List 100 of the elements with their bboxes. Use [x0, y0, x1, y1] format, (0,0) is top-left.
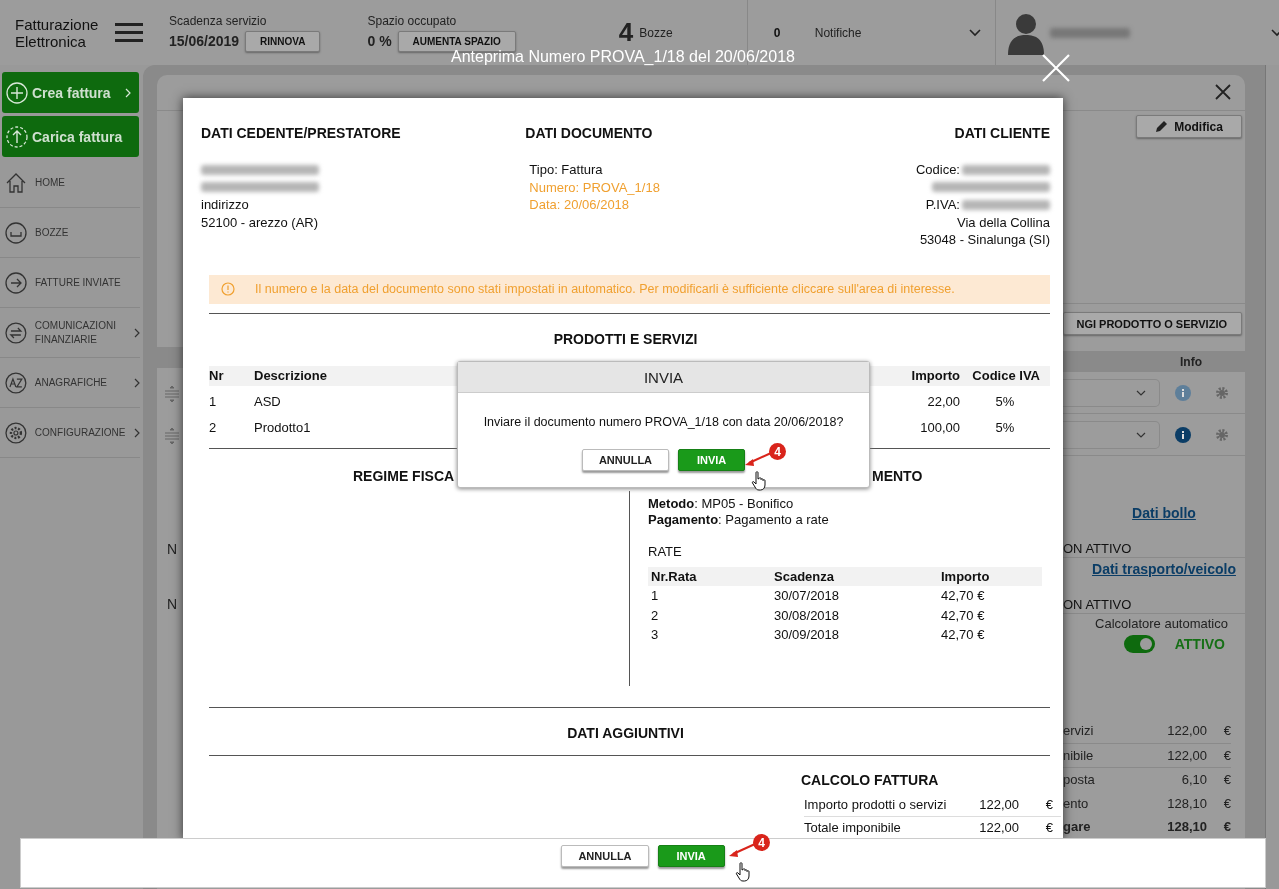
- drafts-count: 4: [618, 17, 634, 48]
- cancel-button[interactable]: ANNULLA: [581, 449, 670, 471]
- column-header: Nr.Rata: [651, 568, 698, 584]
- table-cell-text: 42,70 €: [941, 588, 986, 604]
- notifications-label: Notifiche: [814, 25, 862, 40]
- chevron-down-icon: [1136, 431, 1146, 438]
- menu-label: BOZZE: [35, 225, 70, 240]
- column-header: Importo: [910, 368, 960, 383]
- service-date: 15/06/2019: [169, 33, 240, 49]
- table-cell-text: 5%: [994, 394, 1016, 409]
- table-cell-text: 42,70 €: [941, 607, 986, 623]
- hand-cursor-icon: [735, 862, 751, 882]
- sidebar-item[interactable]: BOZZE: [0, 208, 140, 258]
- create-invoice-button[interactable]: Crea fattura: [2, 72, 139, 113]
- table-cell-text: 5%: [994, 420, 1016, 435]
- table-cell-text: 30/09/2018: [774, 627, 841, 643]
- button-label: Carica fattura: [32, 128, 123, 145]
- send-button[interactable]: INVIA: [678, 449, 746, 471]
- storage-label: Spazio occupato: [367, 13, 458, 28]
- sidebar-item[interactable]: HOME: [0, 158, 140, 208]
- upload-invoice-button[interactable]: Carica fattura: [2, 116, 139, 157]
- app-logo: Fatturazione Elettronica: [15, 15, 100, 50]
- menu-label: CONFIGURAZIONE: [34, 425, 127, 440]
- notice-text: Il numero e la data del documento sono stati impostati in automatico. Per modificarli è sufficiente cliccare sull'area di interesse.: [255, 282, 955, 296]
- payment-detail: Metodo: MP05 - Bonifico: [648, 495, 795, 512]
- chevron-down-icon: [1136, 389, 1146, 396]
- total-value: 128,10: [1166, 795, 1207, 811]
- link[interactable]: Dati bollo: [1132, 505, 1196, 521]
- cancel-button[interactable]: ANNULLA: [561, 845, 649, 867]
- send-button[interactable]: INVIA: [657, 845, 725, 867]
- alert-icon: [221, 282, 235, 296]
- renew-button[interactable]: RINNOVA: [245, 30, 321, 52]
- table-cell: ASD: [254, 394, 281, 409]
- table-cell-text: 100,00: [919, 420, 960, 435]
- total-value: 122,00: [1166, 747, 1207, 763]
- close-icon: [1041, 53, 1071, 83]
- table-cell-text: 1: [209, 394, 218, 409]
- payment-detail: Pagamento: Pagamento a rate: [648, 511, 830, 528]
- plus-icon: [6, 81, 28, 104]
- toggle-switch[interactable]: [1123, 635, 1155, 653]
- menu-icon: [115, 21, 143, 44]
- status-text: ON ATTIVO: [1063, 597, 1133, 613]
- menu-label: ANAGRAFICHE: [34, 375, 109, 390]
- menu-label: FATTURE INVIATE: [35, 275, 122, 290]
- sidebar-item[interactable]: CONFIGURAZIONE: [0, 408, 140, 458]
- table-cell-text: 22,00: [926, 394, 960, 409]
- sidebar-item[interactable]: FATTURE INVIATE: [0, 258, 140, 308]
- table-cell-text: 30/07/2018: [774, 588, 841, 604]
- document-field: Data: 20/06/2018: [529, 196, 630, 214]
- edit-button[interactable]: Modifica: [1136, 115, 1242, 138]
- document-field: Tipo: Fattura: [529, 161, 603, 179]
- address-line: indirizzo: [201, 196, 250, 214]
- total-value: 6,10: [1180, 772, 1207, 788]
- gear-icon: [1215, 427, 1229, 442]
- column-header: Importo: [941, 568, 991, 584]
- total-label: ervizi: [1063, 723, 1095, 739]
- gear-icon: [5, 421, 27, 444]
- table-cell-text: 1: [651, 588, 660, 604]
- section-heading: PRODOTTI E SERVIZI: [552, 330, 699, 347]
- section-heading: DATI CEDENTE/PRESTATORE: [201, 125, 402, 141]
- exchange-icon: [5, 321, 27, 344]
- step-badge: 4: [753, 834, 770, 851]
- dialog-message: Inviare il documento numero PROVA_1/18 con data 20/06/2018?: [482, 415, 845, 429]
- currency-symbol: €: [1222, 723, 1231, 739]
- button-label: Crea fattura: [32, 84, 111, 101]
- currency-symbol: €: [1222, 819, 1231, 835]
- address-line: Via della Collina: [957, 213, 1050, 231]
- column-header: Nr: [209, 368, 225, 383]
- add-product-button[interactable]: NGI PRODOTTO O SERVIZIO: [1063, 312, 1242, 335]
- column-header: Scadenza: [774, 568, 835, 584]
- drafts-label: Bozze: [639, 25, 673, 40]
- currency-symbol: €: [1222, 795, 1231, 811]
- section-heading: DATI CLIENTE: [954, 125, 1050, 141]
- service-label: Scadenza servizio: [169, 13, 268, 28]
- upload-icon: [6, 125, 28, 148]
- notifications-count: 0: [773, 25, 782, 40]
- drag-handle-icon: [165, 386, 179, 402]
- field-label: P.IVA:: [925, 196, 960, 214]
- address-line: 52100 - arezzo (AR): [201, 213, 320, 231]
- table-cell-text: 42,70 €: [941, 627, 986, 643]
- close-icon: [1215, 84, 1231, 100]
- total-value: 122,00: [1166, 723, 1207, 739]
- chevron-down-icon: [1271, 28, 1279, 37]
- menu-label: HOME: [35, 175, 66, 190]
- storage-value: 0 %: [367, 33, 392, 49]
- column-header: Descrizione: [254, 368, 327, 383]
- step-badge: 4: [769, 443, 786, 460]
- table-cell: Prodotto1: [254, 420, 311, 435]
- calculator-label: Calcolatore automatico: [1095, 616, 1228, 631]
- field-label: Codice:: [915, 161, 960, 179]
- link[interactable]: Dati trasporto/veicolo: [1092, 561, 1236, 577]
- table-cell-text: 2: [651, 607, 660, 623]
- section-heading: REGIME FISCA: [352, 467, 456, 484]
- currency-symbol: €: [1222, 747, 1231, 763]
- total-value: 122,00: [978, 820, 1019, 835]
- currency-symbol: €: [1044, 820, 1054, 835]
- home-icon: [5, 171, 27, 194]
- sidebar-item[interactable]: ANAGRAFICHE: [0, 358, 140, 408]
- sidebar-item[interactable]: COMUNICAZIONI FINANZIARIE: [0, 308, 140, 358]
- column-header: Info: [1180, 354, 1202, 369]
